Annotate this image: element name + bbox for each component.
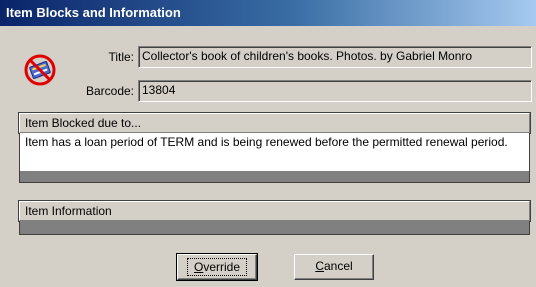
- no-entry-book-icon: [24, 54, 56, 86]
- barcode-label: Barcode:: [85, 84, 134, 98]
- override-button[interactable]: Override: [176, 253, 258, 281]
- cancel-button[interactable]: Cancel: [294, 254, 374, 280]
- window-title: Item Blocks and Information: [0, 0, 536, 26]
- blocked-panel: Item Blocked due to... Item has a loan p…: [19, 113, 530, 183]
- info-heading: Item Information: [19, 201, 530, 221]
- barcode-field: 13804: [138, 80, 532, 102]
- blocked-footer-bar: [19, 171, 530, 183]
- blocked-message: Item has a loan period of TERM and is be…: [19, 133, 530, 171]
- cancel-button-label: Cancel: [315, 259, 353, 273]
- item-blocks-dialog: Item Blocks and Information Title: Colle…: [0, 0, 536, 287]
- blocked-heading: Item Blocked due to...: [19, 113, 530, 133]
- title-label: Title:: [108, 50, 134, 64]
- info-content-area: [19, 221, 530, 235]
- title-field: Collector's book of children's books. Ph…: [138, 46, 532, 68]
- override-button-label: Override: [186, 258, 248, 276]
- info-panel: Item Information: [19, 201, 530, 235]
